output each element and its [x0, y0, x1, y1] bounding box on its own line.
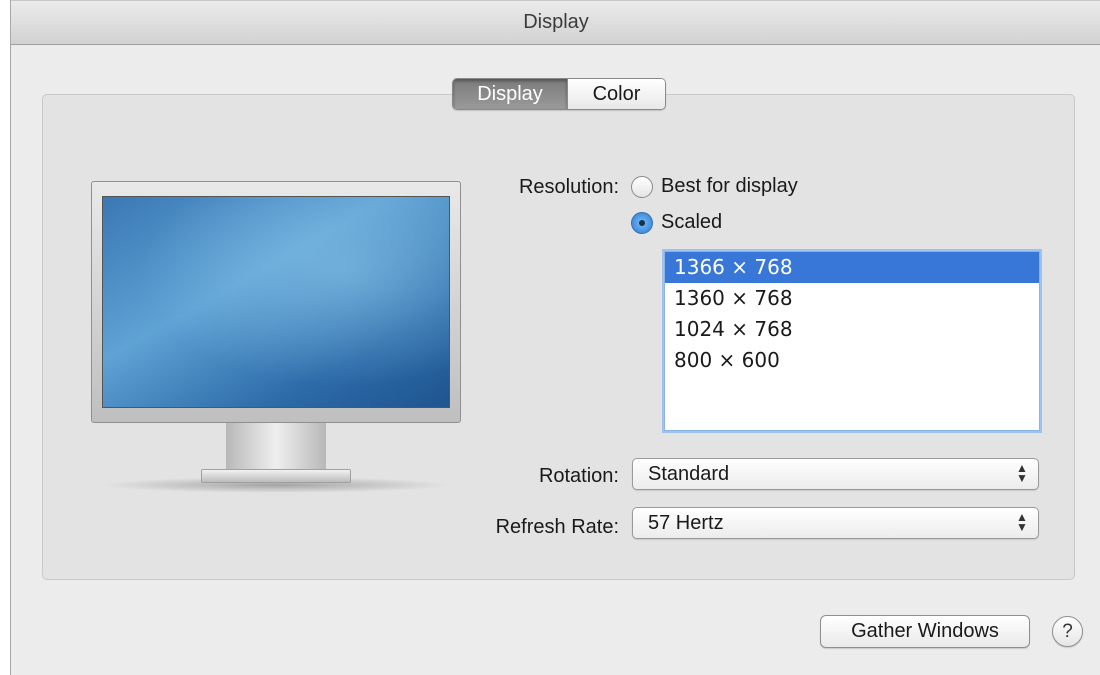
tab-color[interactable]: Color — [567, 79, 665, 109]
refresh-rate-select[interactable]: 57 Hertz ▲ ▼ — [632, 507, 1039, 539]
help-icon[interactable]: ? — [1052, 616, 1083, 647]
rotation-value: Standard — [648, 463, 730, 485]
updown-arrows-icon: ▲ ▼ — [1016, 510, 1028, 534]
tab-bar: Display Color — [452, 78, 666, 110]
window-title: Display — [523, 11, 589, 33]
list-item[interactable]: 1366 × 768 — [665, 252, 1039, 283]
tab-display[interactable]: Display — [453, 79, 567, 109]
refresh-rate-value: 57 Hertz — [648, 512, 724, 534]
resolution-label: Resolution: — [518, 176, 619, 198]
radio-button-selected[interactable] — [631, 211, 653, 234]
monitor-screen — [102, 196, 450, 408]
radio-button[interactable] — [631, 175, 653, 198]
monitor-stand — [226, 423, 326, 473]
rotation-select[interactable]: Standard ▲ ▼ — [632, 458, 1039, 490]
list-item[interactable]: 1360 × 768 — [665, 283, 1039, 314]
radio-scaled[interactable]: Scaled — [631, 211, 722, 234]
monitor-bezel — [91, 181, 461, 423]
gather-windows-button[interactable]: Gather Windows — [820, 615, 1030, 648]
display-window: Display Display Color Resolution: Best f… — [10, 0, 1100, 675]
radio-best-for-display[interactable]: Best for display — [631, 175, 798, 198]
refresh-rate-label: Refresh Rate: — [495, 516, 619, 538]
updown-arrows-icon: ▲ ▼ — [1016, 461, 1028, 485]
radio-label: Scaled — [661, 211, 723, 233]
list-item[interactable]: 800 × 600 — [665, 345, 1039, 376]
resolution-list[interactable]: 1366 × 768 1360 × 768 1024 × 768 800 × 6… — [664, 251, 1040, 431]
monitor-illustration — [91, 181, 461, 501]
rotation-label: Rotation: — [538, 465, 619, 487]
list-item[interactable]: 1024 × 768 — [665, 314, 1039, 345]
title-bar[interactable]: Display — [11, 0, 1100, 45]
radio-label: Best for display — [661, 175, 798, 197]
monitor-base — [201, 469, 351, 483]
